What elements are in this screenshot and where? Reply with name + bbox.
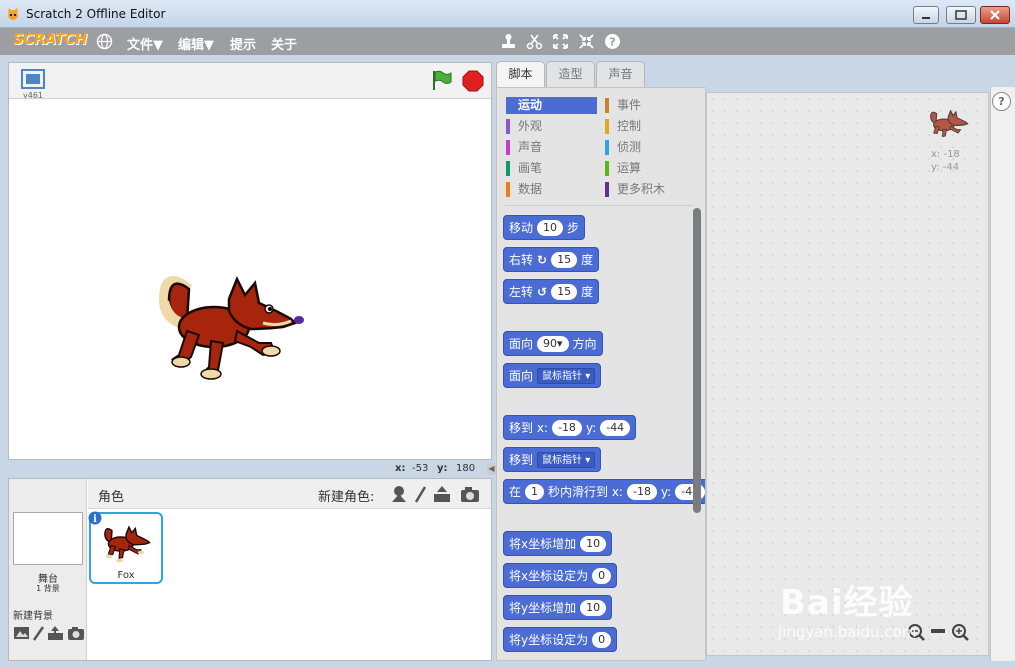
palette-scrollbar[interactable] — [693, 208, 701, 513]
menu-edit[interactable]: 编辑▼ — [178, 34, 214, 53]
category-pen[interactable]: 画笔 — [506, 160, 597, 177]
paint-backdrop-icon[interactable] — [14, 627, 29, 639]
fox-thumbnail-image — [104, 525, 151, 563]
block-set-x[interactable]: 将x坐标设定为 0 — [503, 563, 618, 588]
x-coord-label: x: — [395, 463, 406, 474]
fox-sprite-on-stage[interactable] — [159, 259, 304, 389]
category-more-blocks[interactable]: 更多积木 — [605, 181, 695, 198]
close-button[interactable] — [980, 6, 1010, 24]
block-change-y[interactable]: 将y坐标增加 10 — [503, 595, 613, 620]
stage-thumbnail-column: 舞台 1 背景 新建背景 — [9, 479, 87, 660]
sprite-x-position: x: -18 — [931, 149, 960, 160]
sprites-heading: 角色 — [98, 490, 125, 505]
svg-text:?: ? — [609, 36, 615, 49]
grow-icon[interactable] — [552, 33, 569, 50]
category-control[interactable]: 控制 — [605, 118, 695, 135]
turn-left-icon: ↺ — [537, 284, 548, 299]
menu-about[interactable]: 关于 — [271, 34, 297, 53]
stage-panel: v461 — [8, 62, 492, 460]
language-globe-icon[interactable] — [96, 33, 113, 50]
help-button[interactable]: ? — [992, 92, 1011, 111]
block-help-icon[interactable]: ? — [604, 33, 621, 50]
block-point-in-direction[interactable]: 面向 90▾ 方向 — [503, 331, 603, 356]
sprite-thumbnail-fox[interactable]: i Fox — [88, 511, 163, 584]
new-sprite-label: 新建角色: — [318, 490, 375, 505]
tab-scripts[interactable]: 脚本 — [496, 61, 545, 88]
x-coord-value: -53 — [412, 463, 429, 474]
scratch-logo[interactable]: SCRATCH — [13, 30, 87, 48]
block-point-towards[interactable]: 面向 鼠标指针 ▾ — [503, 363, 602, 388]
upload-icon[interactable] — [48, 626, 63, 640]
glide-block-clip: 在 1 秒内滑行到 x: -18 y: -44 — [503, 478, 705, 504]
delete-scissors-icon[interactable] — [526, 33, 543, 50]
block-turn-right[interactable]: 右转 ↻ 15 度 — [503, 247, 600, 272]
upload-sprite-icon[interactable] — [434, 486, 450, 502]
block-go-to-xy[interactable]: 移到 x: -18 y: -44 — [503, 415, 637, 440]
tab-costumes[interactable]: 造型 — [546, 61, 595, 87]
current-sprite-preview — [930, 109, 969, 138]
duplicate-stamp-icon[interactable] — [500, 33, 517, 50]
choose-sprite-from-library-icon[interactable] — [392, 486, 406, 502]
camera-icon[interactable] — [68, 627, 84, 640]
new-backdrop-label: 新建背景 — [13, 611, 53, 622]
backdrop-count: 1 背景 — [36, 584, 60, 593]
new-backdrop-tools — [14, 626, 84, 641]
maximize-icon — [955, 10, 967, 20]
y-coord-value: 180 — [456, 463, 476, 474]
minimize-icon — [922, 17, 930, 19]
category-events[interactable]: 事件 — [605, 97, 695, 114]
watermark-brand: Bai经验 — [780, 583, 914, 623]
stage-thumbnail[interactable] — [13, 512, 83, 565]
shrink-icon[interactable] — [578, 33, 595, 50]
category-divider — [505, 205, 693, 206]
menu-tips[interactable]: 提示 — [230, 34, 256, 53]
block-move-steps[interactable]: 移动 10 步 — [503, 215, 586, 240]
presentation-mode-icon[interactable] — [21, 69, 45, 89]
collapse-stage-arrow[interactable]: ◀ — [487, 463, 496, 475]
green-flag-icon[interactable] — [431, 69, 453, 91]
sprite-y-position: y: -44 — [931, 162, 960, 173]
mouse-coordinates: x: -53 y: 180 — [8, 461, 492, 477]
tab-sounds[interactable]: 声音 — [596, 61, 645, 87]
category-operators[interactable]: 运算 — [605, 160, 695, 177]
y-coord-label: y: — [437, 463, 448, 474]
category-sound[interactable]: 声音 — [506, 139, 597, 156]
scratch-cat-icon — [8, 8, 18, 20]
menu-bar: SCRATCH 文件▼ 编辑▼ 提示 关于 ? — [0, 28, 1015, 55]
minimize-button[interactable] — [913, 6, 939, 24]
block-change-x[interactable]: 将x坐标增加 10 — [503, 531, 613, 556]
new-sprite-tools — [392, 486, 479, 503]
menu-file[interactable]: 文件▼ — [127, 34, 163, 53]
block-set-y[interactable]: 将y坐标设定为 0 — [503, 627, 618, 652]
stop-sign-icon[interactable] — [462, 70, 484, 92]
zoom-reset-icon[interactable] — [931, 629, 945, 633]
window-titlebar: Scratch 2 Offline Editor — [0, 0, 1015, 28]
maximize-button[interactable] — [946, 6, 976, 24]
version-label: v461 — [23, 91, 44, 100]
block-go-to[interactable]: 移到 鼠标指针 ▾ — [503, 447, 602, 472]
scripts-area[interactable]: x: -18 y: -44 — [706, 92, 989, 656]
camera-sprite-icon[interactable] — [461, 487, 479, 502]
category-motion[interactable]: 运动 — [506, 97, 597, 114]
block-turn-left[interactable]: 左转 ↺ 15 度 — [503, 279, 600, 304]
category-sensing[interactable]: 侦测 — [605, 139, 695, 156]
turn-right-icon: ↻ — [537, 252, 548, 267]
sprite-name: Fox — [117, 570, 135, 581]
sprite-pane: 舞台 1 背景 新建背景 角色 新建角色: i Fox — [8, 478, 492, 661]
watermark-url: jingyan.baidu.com — [778, 623, 917, 641]
sprite-list-header: 角色 新建角色: — [88, 479, 491, 509]
window-title: Scratch 2 Offline Editor — [26, 7, 166, 21]
zoom-in-icon[interactable] — [952, 624, 969, 641]
stage-toolbar: v461 — [9, 63, 491, 100]
help-column — [990, 87, 1015, 661]
brush-icon[interactable] — [32, 626, 45, 641]
paint-new-sprite-icon[interactable] — [414, 486, 427, 503]
block-glide-to-xy[interactable]: 在 1 秒内滑行到 x: -18 y: -44 — [503, 479, 705, 504]
category-data[interactable]: 数据 — [506, 181, 597, 198]
close-icon — [990, 10, 1000, 20]
category-looks[interactable]: 外观 — [506, 118, 597, 135]
